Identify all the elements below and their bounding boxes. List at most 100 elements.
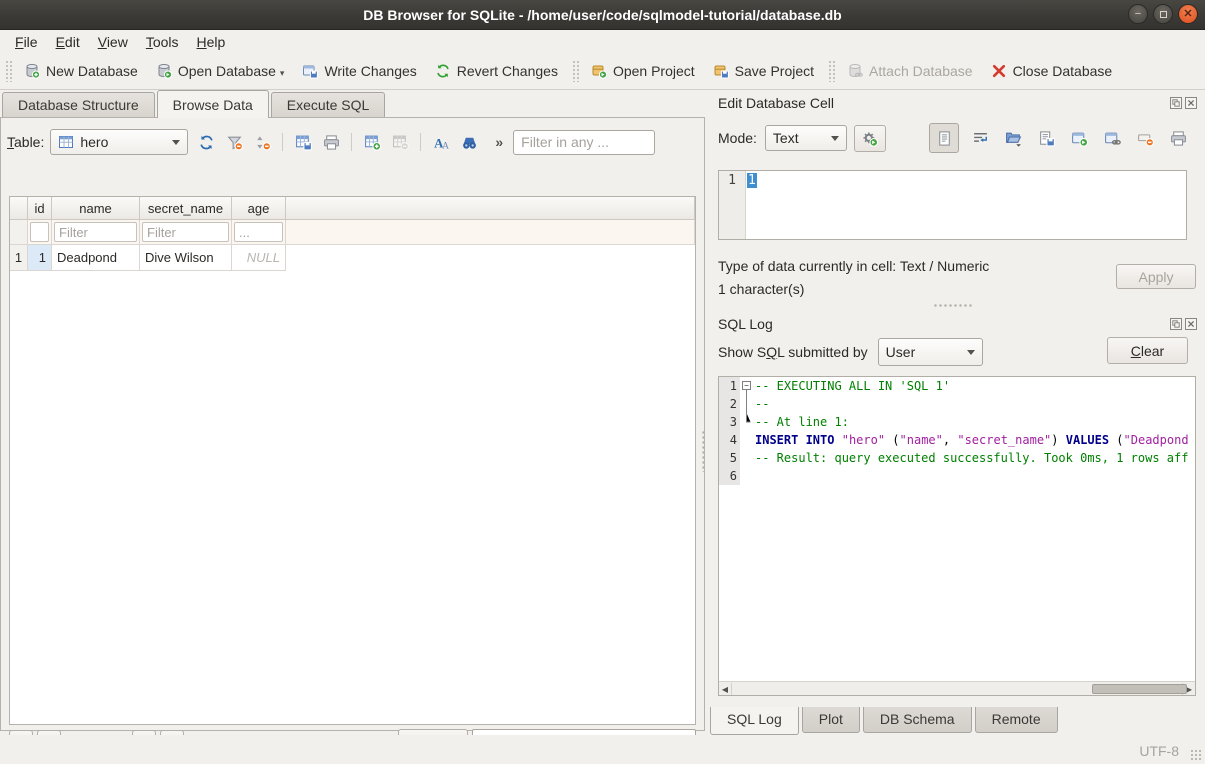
import-file-button[interactable] bbox=[1001, 125, 1025, 151]
cell-id[interactable]: 1 bbox=[28, 245, 52, 271]
set-null-button[interactable] bbox=[1133, 125, 1157, 151]
filter-input-age[interactable]: ... bbox=[234, 222, 283, 242]
toolbar-button-label: Revert Changes bbox=[457, 63, 558, 79]
column-header-age[interactable]: age bbox=[232, 197, 286, 220]
sql-text: INSERT INTO "hero" ("name", "secret_name… bbox=[753, 431, 1195, 449]
filter-input-secret_name[interactable]: Filter bbox=[142, 222, 229, 242]
column-header-name[interactable]: name bbox=[52, 197, 140, 220]
sql-log-title: SQL Log bbox=[718, 316, 773, 332]
scroll-left-icon[interactable]: ◀ bbox=[719, 683, 732, 695]
dock-float-icon[interactable] bbox=[1170, 97, 1182, 109]
cell-editor[interactable]: 1 1 bbox=[718, 170, 1187, 240]
save-file-icon bbox=[1038, 130, 1055, 147]
menu-item-tools[interactable]: Tools bbox=[137, 32, 188, 52]
dock-close-icon[interactable] bbox=[1185, 97, 1197, 109]
link-data-button[interactable] bbox=[1100, 125, 1124, 151]
filter-any-input[interactable] bbox=[513, 130, 655, 155]
table-selector[interactable]: hero bbox=[50, 129, 188, 155]
clear-sort-button[interactable] bbox=[250, 130, 274, 154]
panel-splitter-handle[interactable] bbox=[701, 430, 707, 472]
export-table-button[interactable] bbox=[291, 130, 315, 154]
line-number: 3 bbox=[719, 413, 740, 431]
write-changes-icon bbox=[302, 63, 318, 79]
project-open-icon bbox=[591, 63, 607, 79]
menu-item-file[interactable]: File bbox=[6, 32, 47, 52]
sql-token: VALUES bbox=[1066, 433, 1109, 447]
tab-database-structure[interactable]: Database Structure bbox=[2, 92, 155, 118]
cell-value: Deadpond bbox=[57, 250, 117, 265]
dock-tab-db-schema[interactable]: DB Schema bbox=[863, 707, 972, 733]
main-tabbar: Database StructureBrowse DataExecute SQL bbox=[2, 91, 387, 118]
fold-margin bbox=[740, 431, 753, 449]
show-sql-label: Show SQL submitted by bbox=[718, 344, 868, 360]
print-cell-button[interactable] bbox=[1166, 125, 1190, 151]
line-number: 2 bbox=[719, 395, 740, 413]
fold-margin[interactable] bbox=[740, 377, 753, 395]
cell-secret_name[interactable]: Dive Wilson bbox=[140, 245, 232, 271]
cell-editor-line-number: 1 bbox=[719, 171, 746, 239]
new-database-button[interactable]: New Database bbox=[15, 58, 147, 84]
menu-item-view[interactable]: View bbox=[89, 32, 137, 52]
dock-close-icon[interactable] bbox=[1185, 318, 1197, 330]
tab-browse-data[interactable]: Browse Data bbox=[157, 90, 269, 118]
toolbar-button-label: Attach Database bbox=[869, 63, 973, 79]
sql-token: "Deadpond bbox=[1124, 433, 1189, 447]
menu-item-edit[interactable]: Edit bbox=[47, 32, 89, 52]
log-horizontal-scrollbar[interactable]: ◀ ▶ bbox=[719, 681, 1195, 695]
sql-text: -- EXECUTING ALL IN 'SQL 1' bbox=[753, 377, 1195, 395]
close-icon[interactable]: ✕ bbox=[1178, 4, 1198, 24]
open-database-button[interactable]: Open Database▾ bbox=[147, 58, 294, 84]
maximize-icon[interactable] bbox=[1153, 4, 1173, 24]
minimize-icon[interactable]: − bbox=[1128, 4, 1148, 24]
resize-grip[interactable] bbox=[1190, 749, 1202, 761]
font-button[interactable]: AA bbox=[429, 130, 453, 154]
open-project-button[interactable]: Open Project bbox=[582, 58, 704, 84]
filter-input-name[interactable]: Filter bbox=[54, 222, 137, 242]
row-header[interactable]: 1 bbox=[10, 245, 28, 271]
sql-source-selector[interactable]: User bbox=[878, 338, 983, 366]
dock-tab-plot[interactable]: Plot bbox=[802, 707, 860, 733]
tab-execute-sql[interactable]: Execute SQL bbox=[271, 92, 386, 118]
app-window: DB Browser for SQLite - /home/user/code/… bbox=[0, 0, 1205, 764]
save-file-button[interactable] bbox=[1034, 125, 1058, 151]
dock-splitter-handle[interactable] bbox=[933, 303, 973, 308]
dock-tab-remote[interactable]: Remote bbox=[975, 707, 1058, 733]
word-wrap-button[interactable] bbox=[968, 125, 992, 151]
clear-filter-button[interactable] bbox=[222, 130, 246, 154]
filter-input-id[interactable] bbox=[30, 222, 49, 242]
export-data-button[interactable] bbox=[1067, 125, 1091, 151]
close-database-button[interactable]: Close Database bbox=[982, 58, 1122, 84]
cell-editor-value: 1 bbox=[747, 173, 757, 188]
print-button[interactable] bbox=[319, 130, 343, 154]
sql-log-editor[interactable]: 1-- EXECUTING ALL IN 'SQL 1'2--3-- At li… bbox=[718, 376, 1196, 696]
new-record-button[interactable] bbox=[360, 130, 384, 154]
chevron-down-icon bbox=[967, 350, 975, 355]
browse-toolbar: AA bbox=[194, 130, 481, 154]
column-header-id[interactable]: id bbox=[28, 197, 52, 220]
clear-log-button[interactable]: Clear bbox=[1107, 337, 1188, 364]
scrollbar-thumb[interactable] bbox=[1092, 684, 1187, 694]
sql-text: -- Result: query executed successfully. … bbox=[753, 449, 1195, 467]
revert-changes-button[interactable]: Revert Changes bbox=[426, 58, 567, 84]
find-button[interactable] bbox=[457, 130, 481, 154]
menu-item-help[interactable]: Help bbox=[188, 32, 235, 52]
cell-value: 1 bbox=[33, 250, 46, 265]
dock-float-icon[interactable] bbox=[1170, 318, 1182, 330]
db-close-icon bbox=[991, 63, 1007, 79]
apply-mode-button[interactable] bbox=[854, 125, 886, 152]
sql-text: -- bbox=[753, 395, 1195, 413]
mode-selector[interactable]: Text bbox=[765, 125, 847, 151]
column-header-secret_name[interactable]: secret_name bbox=[140, 197, 232, 220]
sql-log-line: 5-- Result: query executed successfully.… bbox=[719, 449, 1195, 467]
write-changes-button[interactable]: Write Changes bbox=[293, 58, 425, 84]
doc-mode-button[interactable] bbox=[929, 123, 959, 153]
dock-tab-sql-log[interactable]: SQL Log bbox=[710, 707, 799, 735]
cell-age[interactable]: NULL bbox=[232, 245, 286, 271]
toolbar-overflow-button[interactable]: » bbox=[495, 134, 503, 150]
save-project-button[interactable]: Save Project bbox=[704, 58, 823, 84]
cell-name[interactable]: Deadpond bbox=[52, 245, 140, 271]
toolbar-separator bbox=[282, 133, 283, 151]
filter-placeholder: Filter bbox=[147, 225, 176, 240]
refresh-button[interactable] bbox=[194, 130, 218, 154]
sql-token: INSERT INTO bbox=[755, 433, 834, 447]
